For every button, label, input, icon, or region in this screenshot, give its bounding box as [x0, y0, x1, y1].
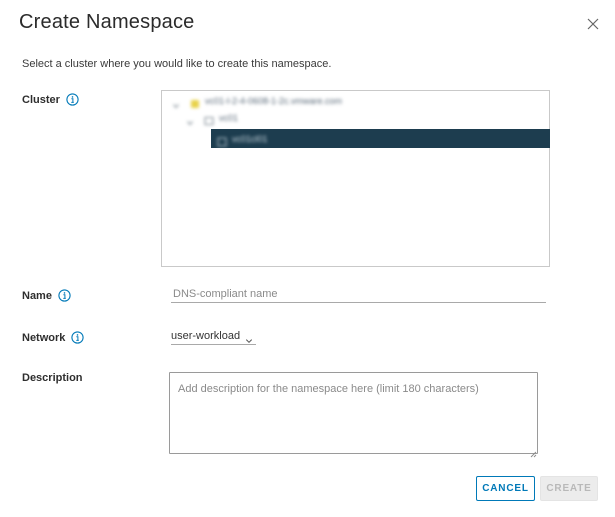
create-namespace-dialog: Create Namespace Select a cluster where …: [0, 0, 615, 517]
cluster-icon: [217, 134, 227, 146]
chevron-down-icon[interactable]: [172, 97, 180, 109]
network-label: Network: [22, 331, 66, 344]
network-label-group: Network: [22, 331, 85, 344]
datacenter-icon: [190, 96, 200, 108]
chevron-down-icon: [245, 332, 253, 344]
dialog-title: Create Namespace: [19, 11, 195, 33]
create-button[interactable]: CREATE: [540, 476, 598, 501]
description-label: Description: [22, 372, 83, 384]
chevron-down-icon[interactable]: [186, 114, 194, 126]
name-label-group: Name: [22, 289, 71, 302]
network-select-value: user-workload: [171, 330, 241, 342]
folder-icon: [204, 113, 214, 125]
tree-node-label: vc01: [219, 113, 239, 123]
cluster-label: Cluster: [22, 93, 60, 106]
name-info-icon[interactable]: [58, 289, 71, 302]
close-icon[interactable]: [585, 16, 601, 32]
network-info-icon[interactable]: [71, 331, 85, 344]
description-textarea[interactable]: [169, 372, 538, 454]
name-label: Name: [22, 289, 52, 302]
network-select[interactable]: user-workload: [171, 328, 257, 345]
tree-node-label: vc01-l-2-4-0608-1-2c.vmware.com: [205, 96, 343, 106]
description-label-group: Description: [22, 372, 83, 384]
resize-handle-icon[interactable]: [529, 445, 537, 458]
tree-node-datacenter[interactable]: vc01: [186, 111, 239, 126]
dialog-subtitle: Select a cluster where you would like to…: [22, 58, 332, 70]
tree-node-vcenter[interactable]: vc01-l-2-4-0608-1-2c.vmware.com: [172, 94, 343, 109]
namespace-name-input[interactable]: [171, 286, 546, 303]
tree-node-cluster-selected[interactable]: vc01cl01: [211, 129, 550, 148]
tree-node-label: vc01cl01: [232, 133, 268, 144]
cluster-label-group: Cluster: [22, 93, 79, 106]
cancel-button[interactable]: CANCEL: [476, 476, 535, 501]
cluster-info-icon[interactable]: [66, 93, 79, 106]
